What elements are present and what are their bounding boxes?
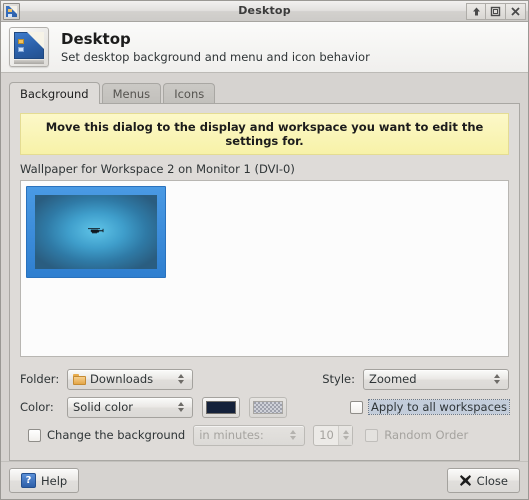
chevron-updown-icon — [491, 374, 503, 384]
page-subtitle: Set desktop background and menu and icon… — [61, 49, 370, 64]
random-order-label: Random Order — [384, 428, 469, 442]
header-text: Desktop Set desktop background and menu … — [61, 30, 370, 65]
page-title: Desktop — [61, 29, 131, 48]
close-button-footer[interactable]: Close — [446, 468, 520, 493]
tab-menus[interactable]: Menus — [101, 83, 162, 103]
row-change-background: Change the background in minutes: 10 Ran… — [20, 422, 509, 448]
background-tab-panel: Move this dialog to the display and work… — [9, 103, 520, 461]
style-label: Style: — [322, 372, 355, 386]
style-value: Zoomed — [369, 372, 417, 386]
shade-arrow-icon — [472, 7, 480, 15]
folder-select[interactable]: Downloads — [67, 368, 193, 390]
window-controls — [466, 2, 526, 20]
options-rows: Folder: Downloads Style: Zoomed Color: S… — [20, 357, 510, 450]
interval-amount-value: 10 — [319, 428, 334, 442]
interval-amount-stepper: 10 — [313, 424, 354, 446]
folder-value: Downloads — [90, 372, 154, 386]
wallpaper-label: Wallpaper for Workspace 2 on Monitor 1 (… — [20, 162, 295, 176]
row-color: Color: Solid color Apply to all workspac… — [20, 394, 510, 420]
chevron-updown-icon — [175, 402, 187, 412]
wallpaper-item-selected[interactable] — [26, 186, 166, 278]
desktop-settings-icon — [9, 27, 49, 67]
tabstrip: Background Menus Icons — [9, 81, 520, 104]
checkbox-box[interactable] — [28, 428, 41, 442]
folder-icon — [73, 373, 86, 385]
color-swatch-primary-button[interactable] — [202, 396, 240, 418]
tabs-area: Background Menus Icons Move this dialog … — [1, 73, 528, 461]
color-mode-select[interactable]: Solid color — [67, 396, 193, 418]
window-icon — [3, 2, 20, 20]
interval-unit-value: in minutes: — [199, 428, 264, 442]
maximize-icon — [490, 6, 501, 16]
help-question-icon: ? — [21, 473, 36, 488]
tab-icons[interactable]: Icons — [163, 83, 216, 103]
checkbox-box — [365, 428, 379, 442]
change-the-background-checkbox[interactable]: Change the background — [28, 428, 185, 442]
dialog-footer: ? Help Close — [1, 461, 528, 499]
random-order-checkbox: Random Order — [365, 428, 468, 442]
stepper-arrows-icon — [338, 425, 353, 445]
maximize-button[interactable] — [486, 2, 506, 20]
shade-button[interactable] — [466, 2, 486, 20]
apply-to-all-workspaces-label: Apply to all workspaces — [368, 399, 510, 415]
apply-to-all-workspaces-checkbox[interactable]: Apply to all workspaces — [350, 399, 510, 415]
color-swatch-secondary-button — [249, 396, 287, 418]
tab-background[interactable]: Background — [9, 82, 100, 104]
close-button-label: Close — [476, 473, 508, 488]
folder-label: Folder: — [20, 372, 60, 386]
close-x-icon — [459, 475, 471, 486]
window-title: Desktop — [238, 4, 291, 17]
interval-unit-select: in minutes: — [193, 424, 306, 446]
change-the-background-label: Change the background — [47, 428, 186, 442]
style-select[interactable]: Zoomed — [363, 368, 509, 390]
color-mode-value: Solid color — [73, 400, 133, 414]
close-button[interactable] — [506, 2, 526, 20]
chevron-updown-icon — [175, 374, 187, 384]
close-x-icon — [511, 6, 520, 16]
desktop-settings-window: Desktop Desktop Set desktop background a… — [0, 0, 529, 500]
row-folder-style: Folder: Downloads Style: Zoomed — [20, 366, 509, 392]
helicopter-silhouette-icon — [88, 227, 104, 233]
wallpaper-thumbnail — [35, 195, 157, 269]
window-titlebar[interactable]: Desktop — [1, 1, 528, 22]
checkbox-box[interactable] — [350, 400, 364, 414]
chevron-updown-icon — [287, 430, 299, 440]
color-label: Color: — [20, 400, 54, 414]
help-button[interactable]: ? Help — [9, 468, 80, 493]
color-swatch-secondary-disabled — [253, 400, 283, 414]
help-button-label: Help — [41, 473, 68, 488]
dialog-notice: Move this dialog to the display and work… — [20, 113, 509, 155]
color-swatch-primary — [206, 400, 236, 414]
dialog-header: Desktop Set desktop background and menu … — [1, 22, 528, 73]
wallpaper-list[interactable] — [20, 180, 509, 357]
